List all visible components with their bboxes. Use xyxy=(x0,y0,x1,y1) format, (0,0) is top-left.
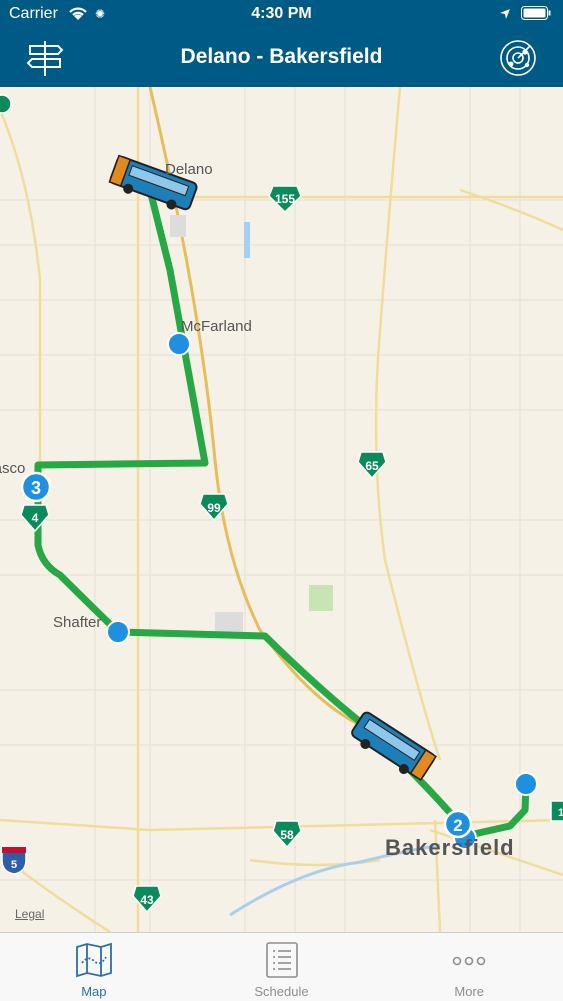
tab-map[interactable]: Map xyxy=(0,933,188,1001)
city-label-bakersfield: Bakersfield xyxy=(385,835,515,860)
tab-label: Map xyxy=(81,984,107,999)
more-icon xyxy=(449,941,489,979)
tab-label: Schedule xyxy=(254,984,309,999)
city-label-shafter: Shafter xyxy=(53,614,102,631)
tab-label: More xyxy=(454,984,484,999)
svg-text:5: 5 xyxy=(11,859,17,871)
battery-icon xyxy=(521,6,551,25)
svg-text:1: 1 xyxy=(558,807,563,819)
tab-schedule[interactable]: Schedule xyxy=(188,933,376,1001)
tab-more[interactable]: More xyxy=(375,933,563,1001)
page-title: Delano - Bakersfield xyxy=(180,45,383,68)
map-icon xyxy=(74,941,114,979)
stop-cluster-badge-3[interactable]: 3 xyxy=(20,471,52,503)
location-arrow-icon xyxy=(499,7,511,25)
svg-text:65: 65 xyxy=(365,459,379,473)
svg-text:155: 155 xyxy=(275,192,295,206)
map-view[interactable]: 155 65 99 58 43 4 5 1 3 2 Delano McFarla… xyxy=(0,87,563,932)
svg-text:2: 2 xyxy=(453,816,462,835)
city-label-delano: Delano xyxy=(165,161,213,178)
city-label-mcfarland: McFarland xyxy=(181,318,252,335)
highway-edge-shield-right: 1 xyxy=(550,800,563,822)
nav-bar: Delano - Bakersfield xyxy=(0,30,563,87)
svg-text:58: 58 xyxy=(280,828,294,842)
status-bar: Carrier ✺ 4:30 PM xyxy=(0,0,563,30)
interstate-5-shield: 5 xyxy=(1,846,27,875)
svg-text:99: 99 xyxy=(207,501,221,515)
bus-stop-marker[interactable] xyxy=(167,332,191,356)
schedule-icon xyxy=(262,941,302,979)
status-time: 4:30 PM xyxy=(251,5,312,22)
bus-stop-marker[interactable] xyxy=(514,772,538,796)
stop-cluster-badge-2[interactable]: 2 xyxy=(443,809,473,839)
highway-edge-shield-left xyxy=(0,94,12,114)
svg-text:43: 43 xyxy=(140,893,154,907)
map-canvas[interactable]: 155 65 99 58 43 4 5 1 3 2 xyxy=(0,87,563,932)
radar-icon[interactable] xyxy=(497,38,539,78)
tab-bar: Map Schedule More xyxy=(0,932,563,1001)
city-label-wasco: Wasco xyxy=(0,460,26,477)
svg-text:4: 4 xyxy=(32,511,39,525)
svg-text:3: 3 xyxy=(31,478,41,498)
legal-link[interactable]: Legal xyxy=(15,907,44,921)
bus-stop-marker[interactable] xyxy=(106,620,130,644)
